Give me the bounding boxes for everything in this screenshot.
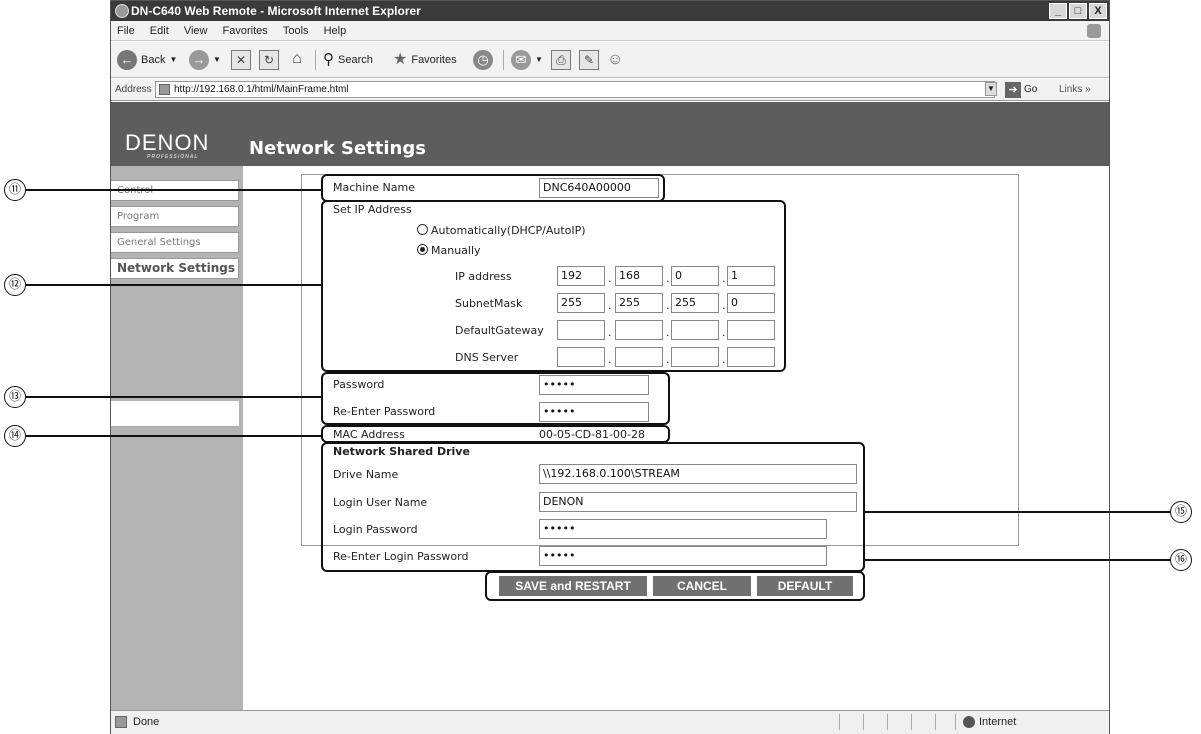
- forward-dropdown-icon: ▼: [213, 55, 221, 64]
- history-button[interactable]: ◷: [473, 48, 493, 72]
- back-dropdown-icon: ▼: [169, 55, 178, 64]
- menu-tools[interactable]: Tools: [283, 25, 309, 37]
- menu-favorites[interactable]: Favorites: [223, 25, 268, 37]
- back-label: Back: [141, 54, 166, 66]
- minimize-button[interactable]: _: [1049, 3, 1067, 19]
- home-button[interactable]: ⌂: [287, 48, 307, 72]
- sidebar-item-general-settings[interactable]: General Settings: [111, 232, 239, 253]
- messenger-button[interactable]: ☺: [607, 48, 623, 72]
- callout-line-14: [26, 435, 322, 437]
- status-text: Done: [133, 716, 160, 728]
- windows-flag-icon: [1087, 24, 1101, 38]
- refresh-button[interactable]: ↻: [259, 48, 279, 72]
- browser-window: DN-C640 Web Remote - Microsoft Internet …: [110, 0, 1110, 734]
- callout-box-12: [321, 200, 786, 372]
- address-dropdown-icon[interactable]: ▼: [985, 82, 997, 96]
- status-divider: [839, 714, 840, 730]
- status-divider: [935, 714, 936, 730]
- address-label: Address: [115, 84, 152, 95]
- ie-icon: [115, 4, 129, 18]
- menu-edit[interactable]: Edit: [150, 25, 169, 37]
- favorites-button[interactable]: ★ Favorites: [393, 48, 457, 72]
- go-button[interactable]: ➔ Go: [1005, 81, 1037, 99]
- forward-button[interactable]: → ▼: [189, 48, 221, 72]
- refresh-icon: ↻: [259, 50, 279, 70]
- callout-line-12: [26, 284, 322, 286]
- go-arrow-icon: ➔: [1005, 82, 1021, 98]
- address-input[interactable]: http://192.168.0.1/html/MainFrame.html: [155, 81, 995, 98]
- callout-line-13: [26, 396, 322, 398]
- callout-box-14: [321, 425, 670, 443]
- globe-icon: [963, 716, 975, 728]
- menu-help[interactable]: Help: [324, 25, 347, 37]
- status-divider: [863, 714, 864, 730]
- sidebar-divider: [111, 401, 239, 427]
- star-icon: ★: [393, 51, 408, 68]
- go-label: Go: [1024, 84, 1038, 95]
- callout-box-16: [485, 571, 865, 601]
- menu-bar: File Edit View Favorites Tools Help: [111, 21, 1109, 41]
- close-button[interactable]: X: [1089, 3, 1107, 19]
- sidebar: Control Program General Settings Network…: [111, 166, 243, 710]
- callout-line-16: [864, 559, 1170, 561]
- callout-11: ⑪: [4, 179, 26, 201]
- print-icon: ⎙: [551, 50, 571, 70]
- toolbar-separator: [315, 50, 316, 70]
- status-bar: Done Internet: [111, 710, 1109, 734]
- stop-icon: ✕: [231, 50, 251, 70]
- callout-16: ⑯: [1170, 549, 1192, 571]
- search-button[interactable]: ⚲ Search: [323, 48, 373, 72]
- stop-button[interactable]: ✕: [231, 48, 251, 72]
- callout-line-11: [26, 189, 322, 191]
- menu-view[interactable]: View: [184, 25, 208, 37]
- page-content: DENON PROFESSIONAL Network Settings Cont…: [111, 102, 1109, 710]
- back-button[interactable]: ← Back ▼: [117, 48, 177, 72]
- status-divider: [911, 714, 912, 730]
- callout-line-15: [864, 511, 1170, 513]
- search-icon: ⚲: [323, 51, 334, 68]
- maximize-button[interactable]: □: [1069, 3, 1087, 19]
- callout-15: ⑮: [1170, 501, 1192, 523]
- back-arrow-icon: ←: [117, 50, 137, 70]
- callout-13: ⑬: [4, 386, 26, 408]
- header-banner: DENON PROFESSIONAL Network Settings: [111, 102, 1109, 166]
- page-status-icon: [115, 716, 127, 728]
- home-icon: ⌂: [292, 50, 302, 67]
- mail-button[interactable]: ✉ ▼: [511, 48, 543, 72]
- status-divider: [955, 714, 956, 730]
- print-button[interactable]: ⎙: [551, 48, 571, 72]
- menu-file[interactable]: File: [117, 25, 135, 37]
- callout-box-11: [321, 174, 665, 202]
- title-bar: DN-C640 Web Remote - Microsoft Internet …: [111, 1, 1109, 21]
- page-title: Network Settings: [249, 138, 426, 159]
- sidebar-item-program[interactable]: Program: [111, 206, 239, 227]
- search-label: Search: [338, 54, 373, 66]
- mail-dropdown-icon: ▼: [535, 55, 543, 64]
- callout-box-13: [321, 372, 670, 425]
- favorites-label: Favorites: [411, 54, 457, 66]
- mail-icon: ✉: [511, 50, 531, 70]
- messenger-icon: ☺: [607, 51, 624, 68]
- denon-logo-subtitle: PROFESSIONAL: [147, 154, 199, 160]
- history-icon: ◷: [473, 50, 493, 70]
- status-divider: [887, 714, 888, 730]
- address-bar: Address http://192.168.0.1/html/MainFram…: [111, 79, 1109, 101]
- callout-box-15: [321, 442, 865, 572]
- page-icon: [159, 84, 170, 95]
- callout-12: ⑫: [4, 274, 26, 296]
- denon-logo: DENON: [125, 130, 210, 155]
- address-url: http://192.168.0.1/html/MainFrame.html: [174, 84, 349, 95]
- security-zone-label: Internet: [979, 716, 1017, 728]
- sidebar-item-network-settings[interactable]: Network Settings: [111, 258, 239, 279]
- toolbar: ← Back ▼ → ▼ ✕ ↻ ⌂ ⚲ Search ★ Favorites …: [111, 42, 1109, 78]
- links-button[interactable]: Links »: [1059, 79, 1091, 101]
- edit-button[interactable]: ✎: [579, 48, 599, 72]
- toolbar-separator: [503, 50, 504, 70]
- callout-14: ⑭: [4, 425, 26, 447]
- edit-icon: ✎: [579, 50, 599, 70]
- links-label: Links: [1059, 84, 1083, 95]
- forward-arrow-icon: →: [189, 50, 209, 70]
- window-title: DN-C640 Web Remote - Microsoft Internet …: [131, 4, 421, 18]
